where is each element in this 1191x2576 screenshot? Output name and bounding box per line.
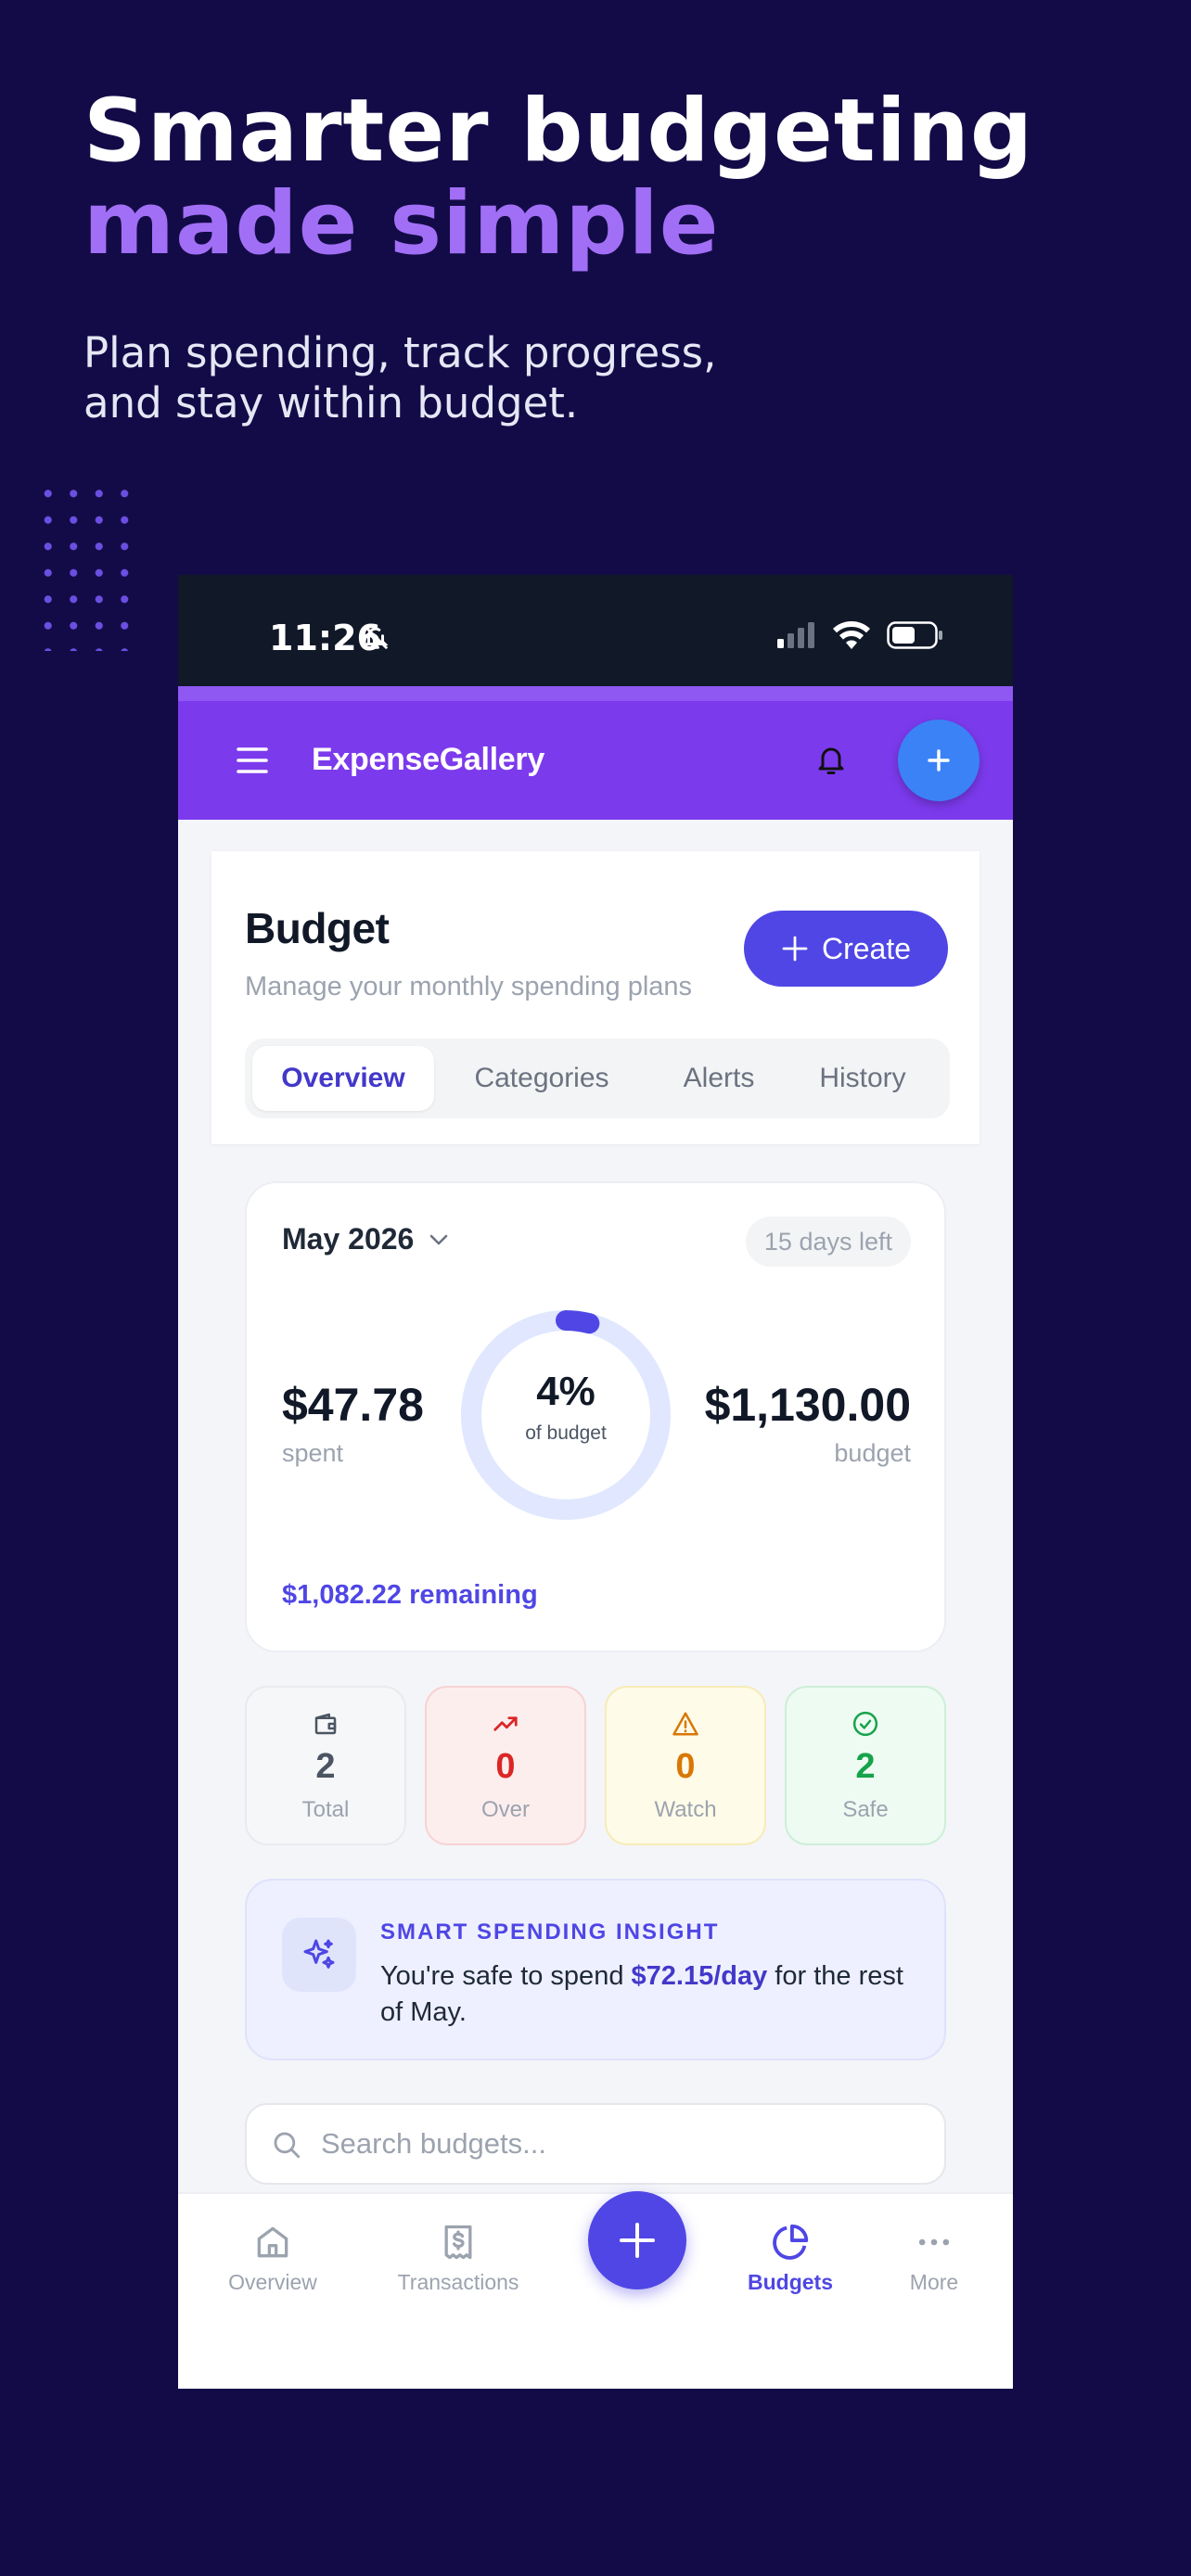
nav-label: Transactions xyxy=(397,2270,519,2294)
stat-value: 2 xyxy=(315,1747,336,1786)
budget-stats: 2 Total 0 Over 0 Watch 2 Safe xyxy=(245,1686,946,1845)
tab-overview[interactable]: Overview xyxy=(252,1046,434,1111)
stat-label: Watch xyxy=(654,1797,717,1822)
plus-icon xyxy=(782,936,808,962)
chevron-down-icon xyxy=(430,1234,448,1244)
plus-icon xyxy=(928,749,950,772)
warning-icon xyxy=(607,1710,764,1738)
hero-subtitle: Plan spending, track progress, and stay … xyxy=(83,328,717,427)
nav-budgets[interactable]: Budgets xyxy=(716,2218,864,2295)
trending-up-icon xyxy=(427,1710,584,1738)
add-transaction-button[interactable] xyxy=(588,2191,686,2289)
battery-icon xyxy=(887,621,944,653)
budget-label: budget xyxy=(834,1439,911,1467)
stat-over[interactable]: 0 Over xyxy=(425,1686,586,1845)
stat-value: 0 xyxy=(675,1747,696,1786)
wifi-icon xyxy=(833,621,870,653)
budget-header: Budget Manage your monthly spending plan… xyxy=(211,851,980,1144)
wallet-icon xyxy=(247,1710,404,1738)
hero-title-line2: made simple xyxy=(83,173,720,274)
nav-label: More xyxy=(909,2270,959,2294)
insight-text: You're safe to spend $72.15/day for the … xyxy=(380,1958,918,2031)
budget-amount: $1,130.00 xyxy=(704,1379,911,1431)
stat-watch[interactable]: 0 Watch xyxy=(605,1686,766,1845)
stat-value: 2 xyxy=(855,1747,876,1786)
pie-chart-icon xyxy=(716,2218,864,2266)
hero-title-line1: Smarter budgeting xyxy=(83,81,1034,182)
stat-label: Safe xyxy=(842,1797,889,1822)
status-bar: 11:26 xyxy=(178,575,1013,686)
silent-bell-icon xyxy=(362,623,390,655)
stat-total[interactable]: 2 Total xyxy=(245,1686,406,1845)
month-selector[interactable]: May 2026 xyxy=(282,1222,451,1256)
home-icon xyxy=(198,2218,347,2266)
nav-label: Overview xyxy=(228,2270,317,2294)
page-title: Budget xyxy=(245,904,390,952)
sparkle-icon xyxy=(282,1918,356,1992)
receipt-icon xyxy=(384,2218,532,2266)
budget-percent: 4% xyxy=(536,1369,596,1414)
create-budget-button[interactable]: Create xyxy=(744,911,948,987)
page-subtitle: Manage your monthly spending plans xyxy=(245,972,693,1001)
nav-label: Budgets xyxy=(748,2270,833,2294)
search-bar xyxy=(245,2103,946,2185)
tab-history[interactable]: History xyxy=(788,1046,937,1111)
check-circle-icon xyxy=(787,1710,944,1738)
nav-overview[interactable]: Overview xyxy=(198,2218,347,2295)
spending-insight-card: SMART SPENDING INSIGHT You're safe to sp… xyxy=(245,1879,946,2060)
budget-tabs: Overview Categories Alerts History xyxy=(245,1039,950,1118)
nav-transactions[interactable]: Transactions xyxy=(384,2218,532,2295)
create-button-label: Create xyxy=(821,931,912,965)
quick-add-button[interactable] xyxy=(898,720,980,801)
insight-heading: SMART SPENDING INSIGHT xyxy=(380,1919,720,1945)
month-label: May 2026 xyxy=(282,1222,415,1256)
brand-name: ExpenseGallery xyxy=(312,742,544,777)
nav-more[interactable]: More xyxy=(860,2218,1008,2295)
insight-highlight: $72.15/day xyxy=(631,1961,768,1991)
more-icon xyxy=(860,2218,1008,2266)
plus-icon xyxy=(620,2223,655,2258)
search-input[interactable] xyxy=(321,2105,924,2183)
budget-progress-ring: 4% of budget xyxy=(456,1306,675,1524)
days-left-badge: 15 days left xyxy=(745,1217,911,1267)
stat-value: 0 xyxy=(495,1747,516,1786)
stat-label: Over xyxy=(480,1797,530,1822)
search-icon xyxy=(271,2129,302,2164)
tab-categories[interactable]: Categories xyxy=(434,1046,649,1111)
hero: Smarter budgeting made simple Plan spend… xyxy=(83,85,1150,428)
tab-alerts[interactable]: Alerts xyxy=(649,1046,788,1111)
status-icons xyxy=(777,621,944,653)
menu-icon[interactable] xyxy=(236,746,269,779)
decorative-dots xyxy=(35,480,130,651)
insight-text-before: You're safe to spend xyxy=(380,1961,632,1991)
budget-summary-card: May 2026 15 days left $47.78 spent 4% of… xyxy=(245,1181,946,1652)
remaining-amount: $1,082.22 remaining xyxy=(282,1580,538,1610)
hero-title: Smarter budgeting made simple xyxy=(83,85,1150,271)
spent-amount: $47.78 xyxy=(282,1379,424,1431)
app-bar: ExpenseGallery xyxy=(178,686,1013,820)
notifications-bell-icon[interactable] xyxy=(814,742,848,783)
stat-safe[interactable]: 2 Safe xyxy=(785,1686,946,1845)
spent-label: spent xyxy=(282,1439,344,1467)
signal-icon xyxy=(777,622,816,652)
budget-percent-label: of budget xyxy=(525,1422,607,1444)
phone-screen: 11:26 ExpenseGallery Budget Manage your … xyxy=(178,575,1013,2389)
main-content: Budget Manage your monthly spending plan… xyxy=(178,820,1013,2192)
stat-label: Total xyxy=(301,1797,350,1822)
